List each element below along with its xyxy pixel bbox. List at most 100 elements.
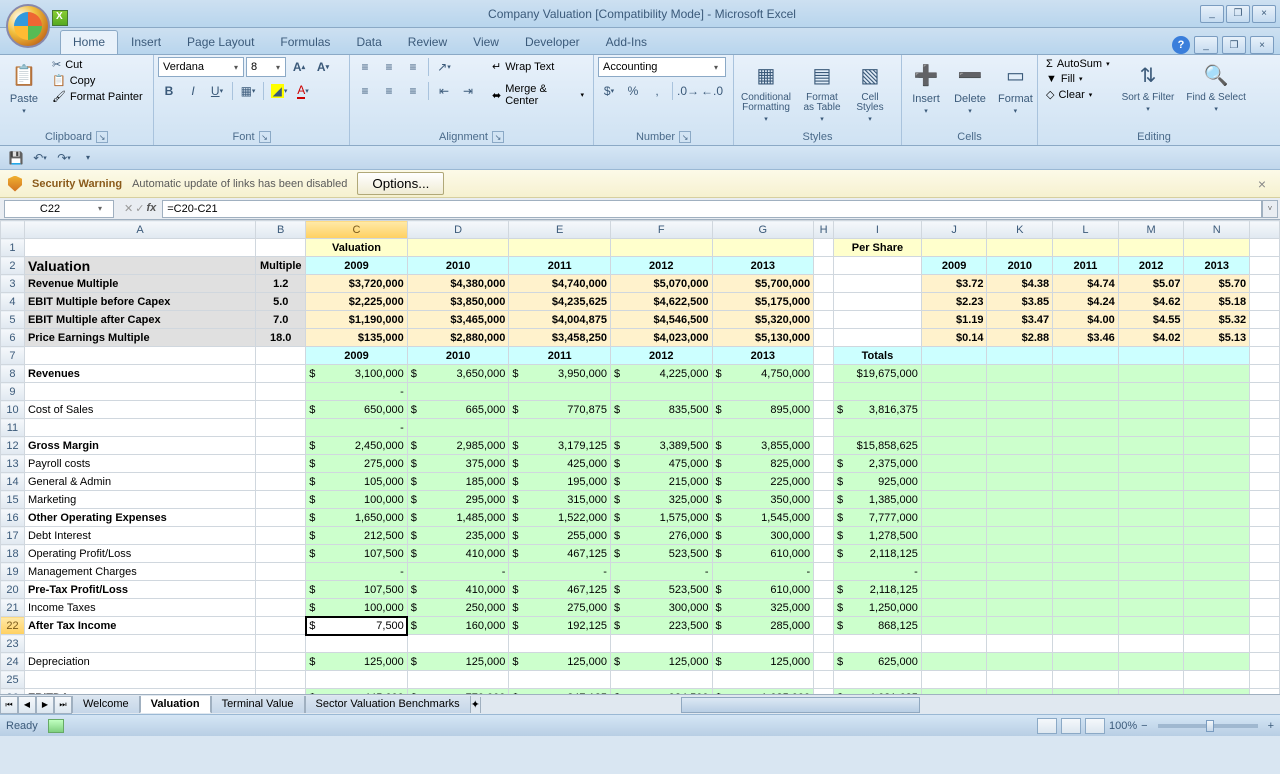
tab-developer[interactable]: Developer <box>512 30 593 54</box>
zoom-out-button[interactable]: − <box>1141 720 1147 732</box>
cell-F25[interactable] <box>610 671 712 689</box>
page-break-view-button[interactable] <box>1085 718 1105 734</box>
cell-L18[interactable] <box>1053 545 1119 563</box>
cell-G1[interactable] <box>712 239 814 257</box>
cell-I21[interactable]: $1,250,000 <box>834 599 922 617</box>
cell-H24[interactable] <box>814 653 834 671</box>
cell-B11[interactable] <box>256 419 306 437</box>
cell-H16[interactable] <box>814 509 834 527</box>
workbook-close-button[interactable]: × <box>1250 36 1274 54</box>
align-bottom-button[interactable]: ≡ <box>402 57 424 77</box>
cell-H4[interactable] <box>814 293 834 311</box>
cell-H7[interactable] <box>814 347 834 365</box>
align-center-button[interactable]: ≡ <box>378 81 400 101</box>
cell-M24[interactable] <box>1118 653 1184 671</box>
cell-B19[interactable] <box>256 563 306 581</box>
cell-I8[interactable]: $19,675,000 <box>834 365 922 383</box>
tab-home[interactable]: Home <box>60 30 118 54</box>
cell-E20[interactable]: $467,125 <box>509 581 611 599</box>
format-cells-button[interactable]: ▭Format▾ <box>994 57 1037 117</box>
close-button[interactable]: × <box>1252 5 1276 23</box>
cell-C8[interactable]: $3,100,000 <box>306 365 408 383</box>
col-header-K[interactable]: K <box>987 221 1053 239</box>
row-header-10[interactable]: 10 <box>1 401 25 419</box>
cell-D16[interactable]: $1,485,000 <box>407 509 509 527</box>
cell-A5[interactable]: EBIT Multiple after Capex <box>24 311 255 329</box>
cell-H1[interactable] <box>814 239 834 257</box>
cell-E24[interactable]: $125,000 <box>509 653 611 671</box>
cell-D15[interactable]: $295,000 <box>407 491 509 509</box>
workbook-minimize-button[interactable]: _ <box>1194 36 1218 54</box>
cell-J8[interactable] <box>921 365 987 383</box>
cell-L14[interactable] <box>1053 473 1119 491</box>
sheet-tab-valuation[interactable]: Valuation <box>140 696 211 713</box>
cell-H6[interactable] <box>814 329 834 347</box>
cell-E7[interactable]: 2011 <box>509 347 611 365</box>
row-header-24[interactable]: 24 <box>1 653 25 671</box>
tab-add-ins[interactable]: Add-Ins <box>593 30 660 54</box>
cell-E19[interactable]: - <box>509 563 611 581</box>
cell-C7[interactable]: 2009 <box>306 347 408 365</box>
cell-K12[interactable] <box>987 437 1053 455</box>
cell-styles-button[interactable]: ▧Cell Styles▾ <box>850 57 890 125</box>
cell-F23[interactable] <box>610 635 712 653</box>
cell-L16[interactable] <box>1053 509 1119 527</box>
save-button[interactable]: 💾 <box>6 149 26 167</box>
cell-B6[interactable]: 18.0 <box>256 329 306 347</box>
cell-G19[interactable]: - <box>712 563 814 581</box>
cell-L7[interactable] <box>1053 347 1119 365</box>
cell-E18[interactable]: $467,125 <box>509 545 611 563</box>
horizontal-scrollbar[interactable] <box>480 697 1280 713</box>
col-header-M[interactable]: M <box>1118 221 1184 239</box>
cell-L19[interactable] <box>1053 563 1119 581</box>
italic-button[interactable]: I <box>182 81 204 101</box>
bold-button[interactable]: B <box>158 81 180 101</box>
cell-G17[interactable]: $300,000 <box>712 527 814 545</box>
cell-J9[interactable] <box>921 383 987 401</box>
cell-I2[interactable] <box>834 257 922 275</box>
cell-F9[interactable] <box>610 383 712 401</box>
font-color-button[interactable]: A▾ <box>292 81 314 101</box>
cell-K6[interactable]: $2.88 <box>987 329 1053 347</box>
cell-A15[interactable]: Marketing <box>24 491 255 509</box>
cell-H10[interactable] <box>814 401 834 419</box>
cell-K16[interactable] <box>987 509 1053 527</box>
row-header-12[interactable]: 12 <box>1 437 25 455</box>
cell-N18[interactable] <box>1184 545 1250 563</box>
cell-D12[interactable]: $2,985,000 <box>407 437 509 455</box>
cell-I17[interactable]: $1,278,500 <box>834 527 922 545</box>
cell-N11[interactable] <box>1184 419 1250 437</box>
cell-J26[interactable] <box>921 689 987 695</box>
cell-D17[interactable]: $235,000 <box>407 527 509 545</box>
cell-B13[interactable] <box>256 455 306 473</box>
cell-G15[interactable]: $350,000 <box>712 491 814 509</box>
cell-A7[interactable] <box>24 347 255 365</box>
cell-A13[interactable]: Payroll costs <box>24 455 255 473</box>
cell-L20[interactable] <box>1053 581 1119 599</box>
cell-H15[interactable] <box>814 491 834 509</box>
border-button[interactable]: ▦▾ <box>237 81 259 101</box>
cell-D24[interactable]: $125,000 <box>407 653 509 671</box>
cell-N10[interactable] <box>1184 401 1250 419</box>
row-header-8[interactable]: 8 <box>1 365 25 383</box>
cell-C24[interactable]: $125,000 <box>306 653 408 671</box>
cell-G12[interactable]: $3,855,000 <box>712 437 814 455</box>
cell-F26[interactable]: $924,500 <box>610 689 712 695</box>
cell-K3[interactable]: $4.38 <box>987 275 1053 293</box>
cell-C5[interactable]: $1,190,000 <box>306 311 408 329</box>
merge-center-button[interactable]: ⬌ Merge & Center ▾ <box>487 80 589 110</box>
cell-J10[interactable] <box>921 401 987 419</box>
cell-H3[interactable] <box>814 275 834 293</box>
cell-C19[interactable]: - <box>306 563 408 581</box>
cell-A12[interactable]: Gross Margin <box>24 437 255 455</box>
cell-C21[interactable]: $100,000 <box>306 599 408 617</box>
cell-L22[interactable] <box>1053 617 1119 635</box>
cell-E26[interactable]: $847,125 <box>509 689 611 695</box>
cell-E21[interactable]: $275,000 <box>509 599 611 617</box>
col-header-G[interactable]: G <box>712 221 814 239</box>
cell-I4[interactable] <box>834 293 922 311</box>
font-dialog-launcher[interactable]: ↘ <box>259 131 271 143</box>
decrease-indent-button[interactable]: ⇤ <box>433 81 455 101</box>
cell-D8[interactable]: $3,650,000 <box>407 365 509 383</box>
cell-N13[interactable] <box>1184 455 1250 473</box>
